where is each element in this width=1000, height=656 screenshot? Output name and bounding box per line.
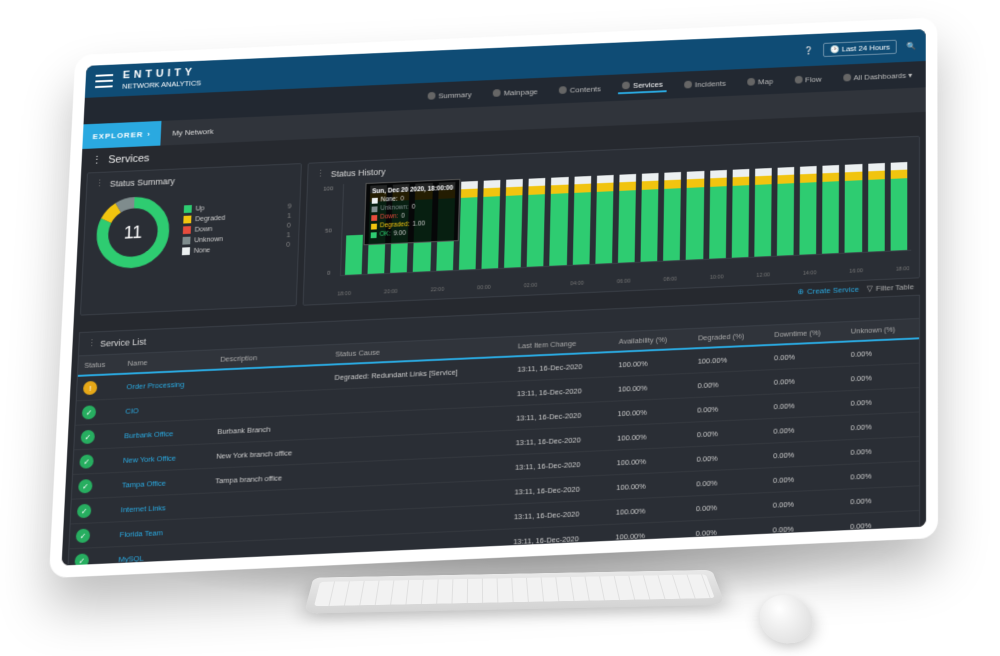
- status-total: 11: [91, 191, 175, 273]
- status-icon: ✓: [78, 479, 93, 493]
- nav-icon: [427, 92, 435, 100]
- chart-bar[interactable]: [504, 179, 523, 268]
- brand: ENTUITY NETWORK ANALYTICS: [122, 66, 202, 90]
- chart-bar[interactable]: [800, 166, 817, 255]
- status-counts: 91010: [286, 203, 292, 248]
- nav-tab-map[interactable]: Map: [743, 76, 777, 86]
- chart-bar[interactable]: [595, 175, 613, 264]
- status-icon: !: [83, 381, 98, 395]
- nav-icon: [684, 81, 692, 89]
- service-table: StatusNameDescriptionStatus CauseLast It…: [64, 319, 919, 566]
- chart-bar[interactable]: [572, 176, 591, 265]
- nav-icon: [493, 89, 501, 97]
- chart-bar[interactable]: [731, 169, 749, 258]
- search-icon[interactable]: 🔍: [906, 41, 916, 50]
- nav-icon: [622, 81, 630, 89]
- status-donut: 11: [91, 191, 175, 273]
- menu-icon[interactable]: [95, 74, 113, 88]
- help-icon[interactable]: ❔: [804, 46, 814, 55]
- chart-yaxis: 100500: [312, 184, 333, 290]
- chevron-right-icon: ›: [147, 129, 151, 138]
- nav-icon: [559, 86, 567, 94]
- nav-tab-mainpage[interactable]: Mainpage: [489, 87, 542, 98]
- status-icon: ✓: [74, 553, 89, 565]
- chart-bar[interactable]: [822, 165, 839, 254]
- chart-tooltip: Sun, Dec 20 2020, 18:00:00 None: 0Unknow…: [364, 179, 461, 245]
- status-icon: ✓: [77, 504, 92, 519]
- nav-icon: [794, 76, 802, 84]
- chart-bar[interactable]: [845, 164, 862, 253]
- chart-bar[interactable]: [527, 178, 546, 267]
- status-icon: ✓: [79, 454, 94, 468]
- nav-tab-contents[interactable]: Contents: [555, 84, 605, 95]
- service-name-link[interactable]: MySQL: [112, 543, 207, 566]
- nav-tab-services[interactable]: Services: [618, 79, 666, 93]
- time-range-picker[interactable]: 🕑 Last 24 Hours: [823, 39, 897, 56]
- chart-bar[interactable]: [663, 172, 681, 261]
- status-summary-panel: Status Summary 11 UpDegradedDownUnknown: [80, 163, 302, 316]
- chart-bar[interactable]: [868, 163, 885, 252]
- chart-bar[interactable]: [481, 180, 500, 269]
- chart-bar[interactable]: [345, 234, 363, 275]
- status-icon: ✓: [80, 430, 95, 444]
- status-icon: ✓: [76, 529, 91, 544]
- nav-tab-flow[interactable]: Flow: [791, 74, 826, 84]
- chart-bar[interactable]: [890, 162, 907, 251]
- status-summary-title: Status Summary: [95, 170, 293, 189]
- chart-bar[interactable]: [777, 167, 794, 256]
- status-legend: UpDegradedDownUnknownNone: [182, 204, 226, 256]
- chart-bar[interactable]: [618, 174, 636, 263]
- chart-bar[interactable]: [754, 168, 772, 257]
- chart-bar[interactable]: [686, 171, 704, 260]
- chart-bars: Sun, Dec 20 2020, 18:00:00 None: 0Unknow…: [340, 159, 911, 276]
- status-icon: ✓: [82, 405, 97, 419]
- chart-bar[interactable]: [709, 170, 727, 259]
- nav-icon: [843, 74, 851, 82]
- chart-bar[interactable]: [550, 177, 569, 266]
- service-list-panel: Service List StatusNameDescriptionStatus…: [63, 295, 921, 566]
- breadcrumb[interactable]: My Network: [160, 126, 225, 137]
- nav-tab-incidents[interactable]: Incidents: [680, 79, 730, 90]
- create-service-button[interactable]: ⊕ Create Service: [797, 285, 859, 296]
- nav-tab-summary[interactable]: Summary: [424, 90, 476, 101]
- nav-tab-all-dashboards-[interactable]: All Dashboards ▾: [839, 70, 916, 82]
- nav-icon: [747, 78, 755, 86]
- status-history-panel: Status History 100500 Sun, Dec 20 2020, …: [303, 136, 920, 306]
- filter-table-button[interactable]: ▽ Filter Table: [867, 282, 914, 293]
- explorer-button[interactable]: EXPLORER ›: [82, 121, 161, 149]
- chart-bar[interactable]: [459, 181, 478, 270]
- col-header[interactable]: Status: [78, 354, 122, 375]
- chart-bar[interactable]: [641, 173, 659, 262]
